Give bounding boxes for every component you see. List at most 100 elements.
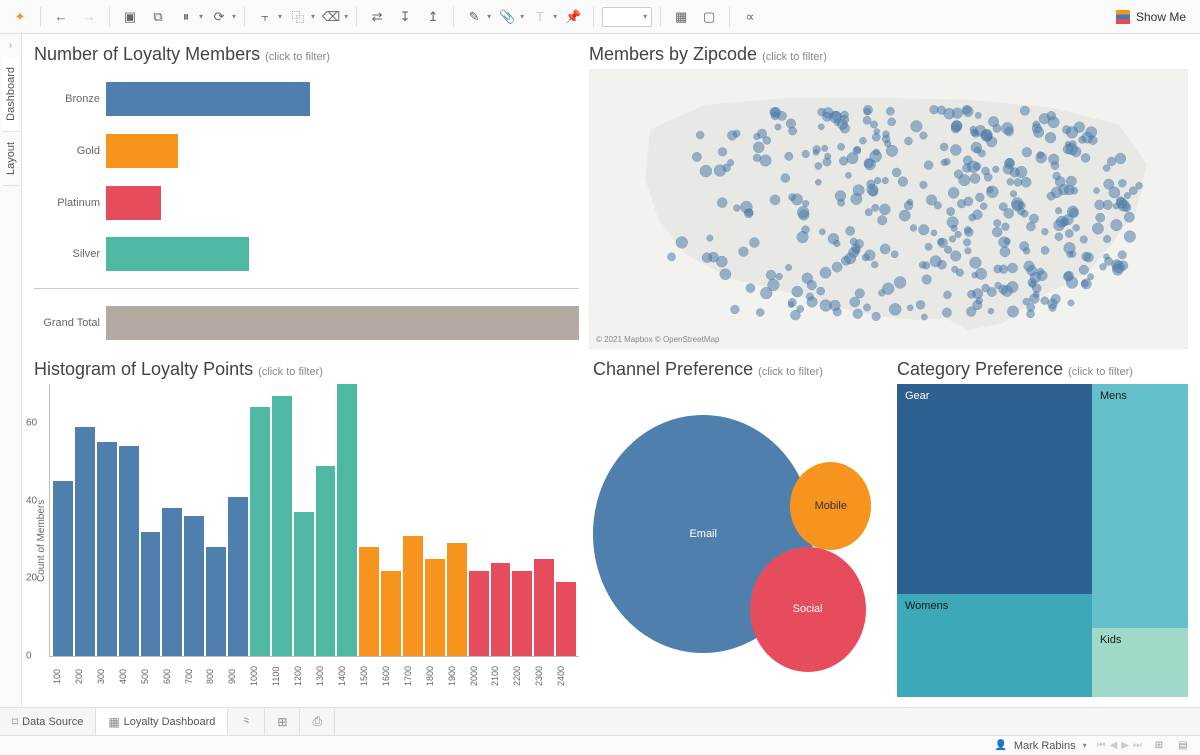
map-viz[interactable]: © 2021 Mapbox © OpenStreetMap	[589, 69, 1188, 349]
rail-expand-icon[interactable]: ›	[9, 34, 12, 57]
loyalty-bar[interactable]	[106, 306, 579, 340]
map-point[interactable]	[754, 133, 761, 140]
map-point[interactable]	[733, 205, 740, 212]
new-datasource-icon[interactable]: ⧉	[146, 5, 170, 29]
map-point[interactable]	[835, 191, 846, 202]
map-point[interactable]	[973, 163, 981, 171]
map-point[interactable]	[1007, 178, 1014, 185]
map-point[interactable]	[760, 155, 772, 167]
back-icon[interactable]: ←	[49, 5, 73, 29]
map-point[interactable]	[720, 269, 731, 280]
map-point[interactable]	[1053, 172, 1061, 180]
map-point[interactable]	[1041, 246, 1049, 254]
map-point[interactable]	[892, 168, 901, 177]
map-point[interactable]	[907, 199, 913, 205]
status-user[interactable]: 👤 Mark Rabins ▾	[994, 739, 1087, 753]
hist-bar[interactable]	[469, 571, 489, 656]
map-point[interactable]	[1113, 261, 1125, 273]
rail-tab-dashboard[interactable]: Dashboard	[3, 57, 19, 132]
map-point[interactable]	[970, 257, 982, 269]
map-point[interactable]	[850, 297, 860, 307]
view-grid-icon[interactable]: ⊞	[1152, 739, 1166, 753]
map-point[interactable]	[952, 266, 959, 273]
treemap-cell-mens[interactable]: Mens	[1092, 384, 1188, 628]
map-point[interactable]	[972, 289, 982, 299]
map-point[interactable]	[920, 181, 928, 189]
map-point[interactable]	[855, 289, 865, 299]
map-point[interactable]	[1129, 187, 1137, 195]
hist-bar[interactable]	[381, 571, 401, 656]
map-point[interactable]	[982, 167, 990, 175]
show-me-button[interactable]: Show Me	[1110, 8, 1192, 26]
map-point[interactable]	[925, 243, 932, 250]
map-point[interactable]	[1117, 198, 1127, 208]
map-point[interactable]	[845, 253, 856, 264]
save-icon[interactable]: ▣	[118, 5, 142, 29]
map-point[interactable]	[1048, 154, 1059, 165]
duplicate-icon[interactable]: ⿻	[286, 5, 310, 29]
hist-bar[interactable]	[294, 512, 314, 656]
map-point[interactable]	[813, 145, 821, 153]
map-point[interactable]	[872, 312, 881, 321]
map-point[interactable]	[949, 236, 956, 243]
loyalty-bar-row[interactable]: Grand Total	[34, 303, 579, 343]
map-point[interactable]	[1073, 224, 1080, 231]
map-point[interactable]	[770, 195, 780, 205]
map-point[interactable]	[988, 116, 998, 126]
hist-bar[interactable]	[97, 442, 117, 656]
map-point[interactable]	[1004, 238, 1011, 245]
hist-bar[interactable]	[556, 582, 576, 656]
map-point[interactable]	[880, 244, 890, 254]
map-point[interactable]	[1037, 152, 1044, 159]
map-point[interactable]	[904, 137, 912, 145]
map-point[interactable]	[792, 286, 803, 297]
map-point[interactable]	[870, 121, 877, 128]
map-point[interactable]	[877, 215, 887, 225]
map-point[interactable]	[1010, 191, 1017, 198]
map-point[interactable]	[911, 121, 923, 133]
share-icon[interactable]: ∝	[738, 5, 762, 29]
hist-bar[interactable]	[359, 547, 379, 656]
map-point[interactable]	[865, 209, 872, 216]
map-point[interactable]	[1092, 223, 1103, 234]
panel-category[interactable]: Category Preference (click to filter) Ge…	[897, 359, 1188, 697]
map-point[interactable]	[970, 173, 980, 183]
map-point[interactable]	[845, 172, 851, 178]
treemap-cell-womens[interactable]: Womens	[897, 594, 1092, 697]
map-point[interactable]	[1029, 281, 1035, 287]
map-point[interactable]	[1094, 188, 1100, 194]
map-point[interactable]	[1080, 236, 1088, 244]
map-point[interactable]	[840, 115, 849, 124]
map-point[interactable]	[1045, 132, 1056, 143]
rail-tab-layout[interactable]: Layout	[3, 132, 19, 186]
new-story-button[interactable]: ⎙	[300, 708, 335, 735]
map-point[interactable]	[1002, 223, 1010, 231]
loyalty-bar-row[interactable]: Silver	[34, 234, 579, 274]
map-point[interactable]	[975, 112, 981, 118]
treemap-cell-gear[interactable]: Gear	[897, 384, 1092, 594]
map-point[interactable]	[888, 118, 896, 126]
map-point[interactable]	[1055, 207, 1062, 214]
map-point[interactable]	[788, 302, 794, 308]
map-point[interactable]	[871, 261, 878, 268]
map-point[interactable]	[1079, 136, 1086, 143]
map-point[interactable]	[825, 153, 831, 159]
map-point[interactable]	[847, 153, 858, 164]
map-point[interactable]	[838, 143, 845, 150]
map-point[interactable]	[964, 197, 973, 206]
loyalty-bar-row[interactable]: Bronze	[34, 79, 579, 119]
map-point[interactable]	[853, 309, 863, 319]
map-point[interactable]	[952, 121, 962, 131]
map-point[interactable]	[785, 152, 793, 160]
map-point[interactable]	[1067, 251, 1073, 257]
map-point[interactable]	[884, 140, 891, 147]
map-point[interactable]	[791, 194, 802, 205]
map-point[interactable]	[822, 112, 831, 121]
hist-bar[interactable]	[141, 532, 161, 656]
map-point[interactable]	[993, 166, 1000, 173]
map-point[interactable]	[1107, 157, 1116, 166]
hist-bar[interactable]	[403, 536, 423, 656]
map-point[interactable]	[992, 227, 1002, 237]
map-point[interactable]	[938, 238, 948, 248]
map-point[interactable]	[1063, 272, 1072, 281]
